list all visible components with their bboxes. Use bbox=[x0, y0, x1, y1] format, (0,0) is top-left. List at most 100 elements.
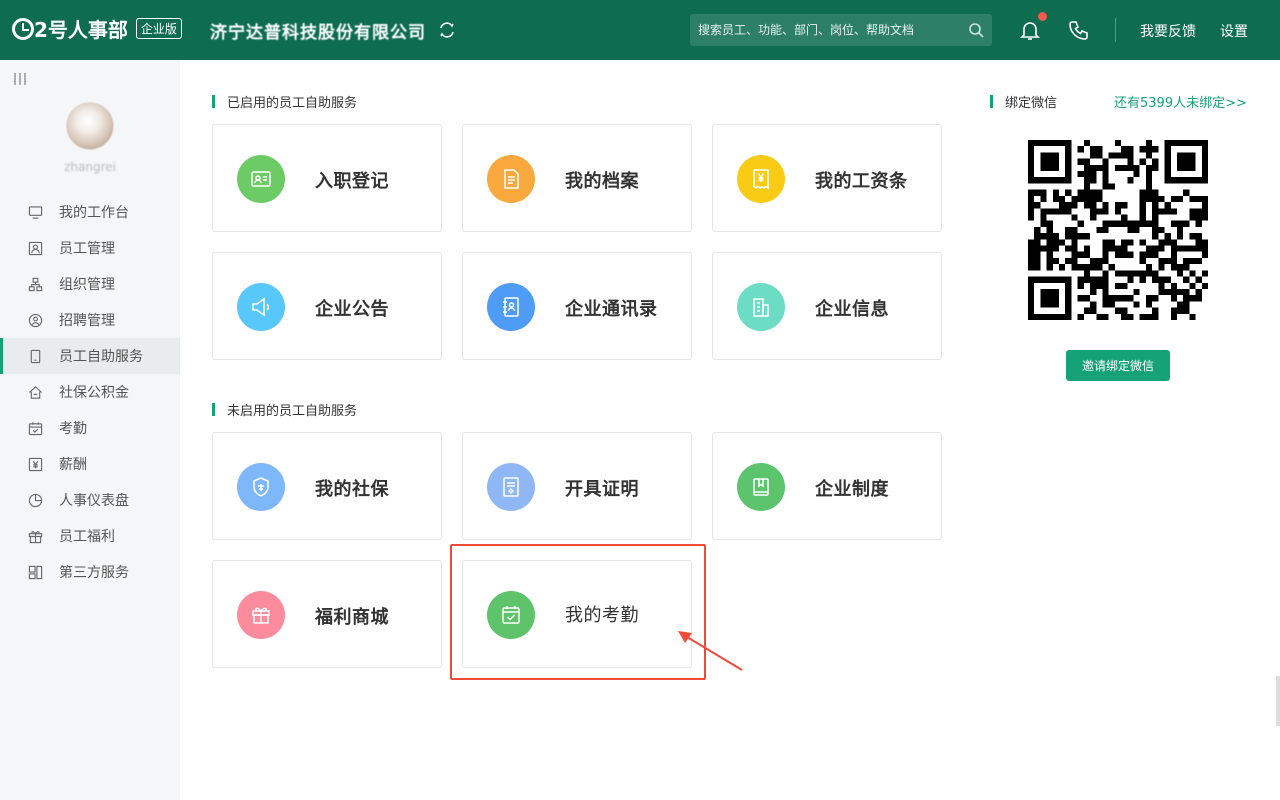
sidebar-item-label: 招聘管理 bbox=[59, 313, 115, 329]
username: zhangrei bbox=[64, 160, 116, 174]
clock-icon bbox=[12, 17, 34, 40]
service-card-announcements[interactable]: 企业公告 bbox=[212, 252, 442, 360]
card-icon-circle bbox=[487, 155, 535, 203]
card-label: 入职登记 bbox=[315, 171, 389, 192]
shield-icon bbox=[253, 477, 269, 497]
sidebar-item-label: 员工自助服务 bbox=[59, 349, 143, 365]
document-icon bbox=[504, 169, 519, 189]
service-card-company-info[interactable]: 企业信息 bbox=[712, 252, 942, 360]
wechat-title: 绑定微信 bbox=[990, 92, 1057, 111]
card-icon-circle bbox=[737, 155, 785, 203]
collapse-sidebar-icon[interactable] bbox=[14, 73, 28, 87]
card-label: 开具证明 bbox=[565, 479, 639, 500]
enabled-section-title: 已启用的员工自助服务 bbox=[212, 92, 357, 111]
sidebar-item-employees[interactable]: 员工管理 bbox=[0, 230, 180, 266]
service-card-directory[interactable]: 企业通讯录 bbox=[462, 252, 692, 360]
service-card-policies[interactable]: 企业制度 bbox=[712, 432, 942, 540]
card-icon-circle bbox=[237, 591, 285, 639]
contacts-book-icon bbox=[503, 297, 519, 317]
sidebar-item-label: 考勤 bbox=[59, 421, 87, 437]
apps-icon bbox=[28, 565, 43, 579]
sidebar-item-label: 组织管理 bbox=[59, 277, 115, 293]
feedback-link[interactable]: 我要反馈 bbox=[1140, 21, 1196, 41]
disabled-section-title: 未启用的员工自助服务 bbox=[212, 400, 357, 419]
id-card-icon bbox=[28, 241, 43, 255]
edition-badge: 企业版 bbox=[135, 18, 182, 39]
service-card-my-attendance[interactable]: 我的考勤 bbox=[462, 560, 692, 668]
sidebar-item-benefits[interactable]: 员工福利 bbox=[0, 518, 180, 554]
card-icon-circle bbox=[737, 463, 785, 511]
sidebar-item-label: 员工管理 bbox=[59, 241, 115, 257]
sidebar: zhangrei 我的工作台 员工管理 组织管理 招聘管理 员工自助服务 社保公… bbox=[0, 60, 180, 800]
brand-logo[interactable]: 2号人事部 企业版 bbox=[12, 14, 182, 43]
card-label: 我的社保 bbox=[315, 479, 389, 500]
recruit-icon bbox=[28, 313, 43, 327]
org-chart-icon bbox=[28, 277, 43, 291]
id-card-icon bbox=[251, 171, 271, 187]
yen-icon bbox=[28, 457, 43, 471]
sidebar-item-label: 薪酬 bbox=[59, 457, 87, 473]
topbar-divider bbox=[1115, 18, 1116, 42]
notification-badge bbox=[1038, 12, 1047, 21]
card-icon-circle bbox=[487, 591, 535, 639]
card-icon-circle bbox=[487, 283, 535, 331]
top-bar: 2号人事部 企业版 济宁达普科技股份有限公司 我要反馈 设置 bbox=[0, 0, 1280, 60]
sidebar-item-payroll[interactable]: 薪酬 bbox=[0, 446, 180, 482]
unbound-count-link[interactable]: 还有5399人未绑定>> bbox=[1114, 92, 1247, 111]
service-card-my-profile[interactable]: 我的档案 bbox=[462, 124, 692, 232]
search-input[interactable] bbox=[690, 14, 960, 46]
service-card-certificate[interactable]: 开具证明 bbox=[462, 432, 692, 540]
sidebar-item-dashboard[interactable]: 人事仪表盘 bbox=[0, 482, 180, 518]
sidebar-item-organization[interactable]: 组织管理 bbox=[0, 266, 180, 302]
mobile-icon bbox=[30, 349, 41, 363]
settings-link[interactable]: 设置 bbox=[1220, 21, 1248, 41]
logo-text: 2号人事部 bbox=[34, 18, 128, 42]
sidebar-item-recruitment[interactable]: 招聘管理 bbox=[0, 302, 180, 338]
sidebar-item-workbench[interactable]: 我的工作台 bbox=[0, 194, 180, 230]
calendar-icon bbox=[28, 421, 43, 435]
scrollbar[interactable] bbox=[1276, 676, 1280, 726]
sidebar-nav: 我的工作台 员工管理 组织管理 招聘管理 员工自助服务 社保公积金 考勤 薪酬 bbox=[0, 194, 180, 590]
card-label: 福利商城 bbox=[315, 607, 389, 628]
service-card-payslip[interactable]: 我的工资条 bbox=[712, 124, 942, 232]
card-label: 企业信息 bbox=[815, 299, 889, 320]
sidebar-item-label: 人事仪表盘 bbox=[59, 493, 129, 509]
monitor-icon bbox=[28, 205, 43, 219]
sidebar-item-attendance[interactable]: 考勤 bbox=[0, 410, 180, 446]
card-label: 企业通讯录 bbox=[565, 299, 658, 320]
wechat-qr-code bbox=[1028, 140, 1208, 320]
sidebar-item-self-service[interactable]: 员工自助服务 bbox=[0, 338, 180, 374]
pie-icon bbox=[28, 493, 43, 507]
gift-icon bbox=[252, 607, 270, 624]
certificate-icon bbox=[503, 477, 519, 497]
card-icon-circle bbox=[737, 283, 785, 331]
bell-icon[interactable] bbox=[1018, 18, 1042, 42]
card-icon-circle bbox=[237, 155, 285, 203]
sidebar-item-label: 我的工作台 bbox=[59, 205, 129, 221]
card-label: 我的工资条 bbox=[815, 171, 908, 192]
invite-bind-wechat-button[interactable]: 邀请绑定微信 bbox=[1066, 350, 1170, 381]
sidebar-item-label: 社保公积金 bbox=[59, 385, 129, 401]
sidebar-item-label: 员工福利 bbox=[59, 529, 115, 545]
building-icon bbox=[753, 298, 769, 317]
avatar[interactable] bbox=[66, 102, 114, 150]
service-card-social-security[interactable]: 我的社保 bbox=[212, 432, 442, 540]
card-label: 我的考勤 bbox=[565, 605, 639, 626]
search-icon[interactable] bbox=[968, 22, 984, 38]
payslip-icon bbox=[753, 169, 769, 190]
global-search bbox=[690, 14, 992, 46]
sidebar-item-third-party[interactable]: 第三方服务 bbox=[0, 554, 180, 590]
card-icon-circle bbox=[237, 283, 285, 331]
card-label: 企业公告 bbox=[315, 299, 389, 320]
card-label: 我的档案 bbox=[565, 171, 639, 192]
service-card-benefits-mall[interactable]: 福利商城 bbox=[212, 560, 442, 668]
megaphone-icon bbox=[252, 297, 270, 317]
company-name[interactable]: 济宁达普科技股份有限公司 bbox=[210, 18, 426, 43]
switch-company-icon[interactable] bbox=[438, 21, 456, 39]
sidebar-item-social-security[interactable]: 社保公积金 bbox=[0, 374, 180, 410]
card-icon-circle bbox=[487, 463, 535, 511]
card-icon-circle bbox=[237, 463, 285, 511]
phone-icon[interactable] bbox=[1068, 19, 1090, 41]
house-icon bbox=[29, 385, 42, 399]
service-card-onboarding[interactable]: 入职登记 bbox=[212, 124, 442, 232]
